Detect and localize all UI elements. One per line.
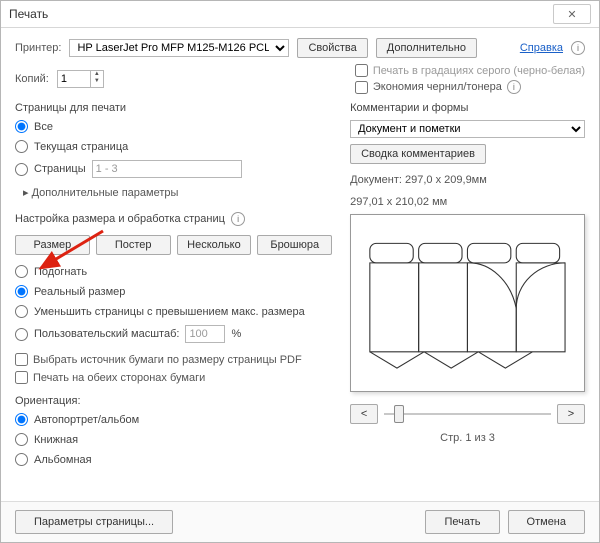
tab-multi-button[interactable]: Несколько bbox=[177, 235, 252, 255]
grayscale-label: Печать в градациях серого (черно-белая) bbox=[373, 65, 585, 77]
prev-page-button[interactable]: < bbox=[350, 404, 378, 424]
comments-section-title: Комментарии и формы bbox=[350, 102, 585, 114]
printer-label: Принтер: bbox=[15, 42, 61, 54]
properties-button[interactable]: Свойства bbox=[297, 38, 367, 58]
page-preview bbox=[350, 214, 585, 392]
cancel-button[interactable]: Отмена bbox=[508, 510, 585, 534]
sizing-info-icon[interactable]: i bbox=[231, 212, 245, 226]
content-area: Принтер: HP LaserJet Pro MFP M125-M126 P… bbox=[1, 28, 599, 501]
pages-range-radio[interactable]: Страницы bbox=[15, 160, 332, 178]
sizing-section-title: Настройка размера и обработка страниц i bbox=[15, 212, 332, 226]
help-link[interactable]: Справка bbox=[520, 42, 563, 54]
custom-scale-input[interactable] bbox=[185, 325, 225, 343]
page-setup-button[interactable]: Параметры страницы... bbox=[15, 510, 173, 534]
print-dialog: Печать ✕ Принтер: HP LaserJet Pro MFP M1… bbox=[0, 0, 600, 543]
ink-save-checkbox-row[interactable]: Экономия чернил/тонера i bbox=[355, 80, 585, 94]
print-button[interactable]: Печать bbox=[425, 510, 499, 534]
tab-booklet-button[interactable]: Брошюра bbox=[257, 235, 332, 255]
preview-size-label: 297,01 x 210,02 мм bbox=[350, 196, 585, 208]
comments-summary-button[interactable]: Сводка комментариев bbox=[350, 144, 486, 164]
titlebar: Печать ✕ bbox=[1, 1, 599, 28]
copies-label: Копий: bbox=[15, 73, 49, 85]
sizing-tabs: Размер Постер Несколько Брошюра bbox=[15, 235, 332, 255]
orientation-section-title: Ориентация: bbox=[15, 395, 332, 407]
duplex-checkbox[interactable] bbox=[15, 371, 28, 384]
pages-current-radio[interactable]: Текущая страница bbox=[15, 140, 332, 153]
size-shrink-radio[interactable]: Уменьшить страницы с превышением макс. р… bbox=[15, 305, 332, 318]
pages-all-radio[interactable]: Все bbox=[15, 120, 332, 133]
grayscale-checkbox-row[interactable]: Печать в градациях серого (черно-белая) bbox=[355, 64, 585, 77]
dialog-footer: Параметры страницы... Печать Отмена bbox=[1, 501, 599, 542]
preview-nav: < > bbox=[350, 404, 585, 424]
ink-save-label: Экономия чернил/тонера bbox=[373, 81, 502, 93]
window-close-button[interactable]: ✕ bbox=[553, 4, 591, 24]
printer-select[interactable]: HP LaserJet Pro MFP M125-M126 PCLmS bbox=[69, 39, 289, 57]
size-fit-radio[interactable]: Подогнать bbox=[15, 265, 332, 278]
orientation-portrait-radio[interactable]: Книжная bbox=[15, 433, 332, 446]
triangle-right-icon: ▸ bbox=[23, 187, 29, 199]
size-custom-radio[interactable]: Пользовательский масштаб: % bbox=[15, 325, 332, 343]
advanced-button[interactable]: Дополнительно bbox=[376, 38, 477, 58]
pages-more-disclosure[interactable]: ▸ Дополнительные параметры bbox=[23, 186, 332, 199]
ink-save-checkbox[interactable] bbox=[355, 81, 368, 94]
printer-row: Принтер: HP LaserJet Pro MFP M125-M126 P… bbox=[15, 38, 585, 58]
size-actual-radio[interactable]: Реальный размер bbox=[15, 285, 332, 298]
close-icon: ✕ bbox=[567, 8, 576, 21]
ink-info-icon[interactable]: i bbox=[507, 80, 521, 94]
paper-source-checkbox[interactable] bbox=[15, 353, 28, 366]
duplex-checkbox-row[interactable]: Печать на обеих сторонах бумаги bbox=[15, 371, 332, 384]
orientation-auto-radio[interactable]: Автопортрет/альбом bbox=[15, 413, 332, 426]
next-page-button[interactable]: > bbox=[557, 404, 585, 424]
document-size-label: Документ: 297,0 x 209,9мм bbox=[350, 174, 585, 186]
help-info-icon[interactable]: i bbox=[571, 41, 585, 55]
window-title: Печать bbox=[9, 7, 553, 21]
orientation-landscape-radio[interactable]: Альбомная bbox=[15, 453, 332, 466]
pages-range-input[interactable] bbox=[92, 160, 242, 178]
tab-poster-button[interactable]: Постер bbox=[96, 235, 171, 255]
preview-drawing bbox=[359, 223, 576, 383]
zoom-slider[interactable] bbox=[384, 405, 551, 423]
spin-up-icon[interactable]: ▲ bbox=[91, 71, 103, 78]
copies-input[interactable] bbox=[57, 70, 91, 88]
copies-row: Копий: ▲ ▼ Печать в градациях серого (че… bbox=[15, 64, 585, 94]
left-column: Страницы для печати Все Текущая страница… bbox=[15, 100, 332, 493]
right-column: Комментарии и формы Документ и пометки С… bbox=[350, 100, 585, 493]
grayscale-checkbox[interactable] bbox=[355, 64, 368, 77]
page-indicator: Стр. 1 из 3 bbox=[350, 432, 585, 444]
copies-stepper[interactable]: ▲ ▼ bbox=[57, 70, 104, 88]
pages-section-title: Страницы для печати bbox=[15, 102, 332, 114]
comments-select[interactable]: Документ и пометки bbox=[350, 120, 585, 138]
tab-size-button[interactable]: Размер bbox=[15, 235, 90, 255]
spin-down-icon[interactable]: ▼ bbox=[91, 78, 103, 85]
paper-source-checkbox-row[interactable]: Выбрать источник бумаги по размеру стран… bbox=[15, 353, 332, 366]
